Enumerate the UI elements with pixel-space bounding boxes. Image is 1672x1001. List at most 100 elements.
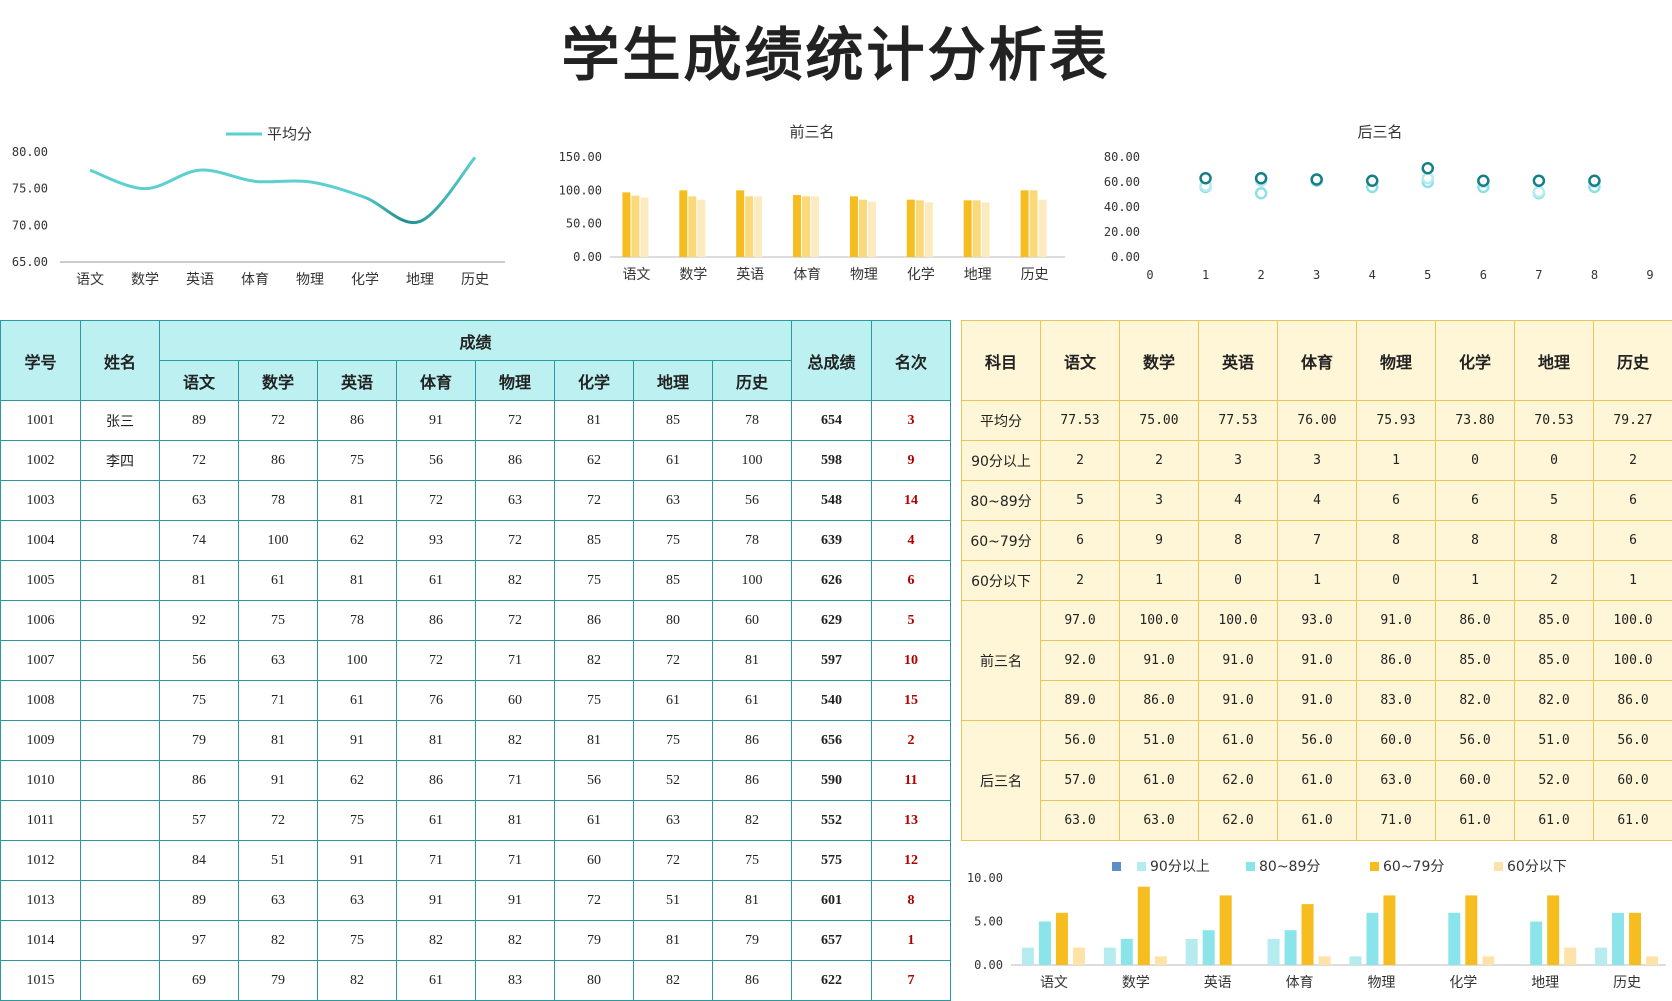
student-name [80, 760, 160, 801]
table-row: 1003 63 78 81 72 63 72 63 56 548 14 [0, 480, 952, 521]
score-cell: 63 [475, 480, 555, 521]
average-cell: 70.53 [1514, 400, 1594, 441]
bar [1020, 190, 1029, 257]
y-tick-label: 100.00 [559, 183, 602, 197]
table-row: 1013 89 63 63 91 91 72 51 81 601 8 [0, 880, 952, 921]
bar [1612, 912, 1625, 965]
scatter-point [1365, 174, 1379, 187]
score-cell: 61 [633, 440, 713, 481]
average-cell: 75.93 [1356, 400, 1436, 441]
bar [1120, 938, 1133, 965]
score-cell: 51 [238, 840, 318, 881]
student-name [80, 840, 160, 881]
band-cell: 0 [1356, 560, 1436, 601]
bottom3-cell: 63.0 [1356, 760, 1436, 801]
bar [1038, 199, 1047, 257]
score-cell: 86 [711, 960, 793, 1001]
score-cell: 91 [396, 880, 476, 921]
bar [1103, 947, 1116, 965]
student-id: 1003 [0, 480, 81, 521]
band-cell: 6 [1356, 480, 1436, 521]
scatter-point [1532, 185, 1546, 199]
score-cell: 61 [633, 680, 713, 721]
total-cell: 657 [791, 920, 873, 961]
header-subject: 体育 [396, 360, 476, 401]
bottom3-cell: 62.0 [1198, 760, 1278, 801]
score-cell: 86 [317, 400, 397, 441]
chart-svg: 0.00 5.00 10.00 语文 数学 英语 体育 物理 化学 地理 历史 90分以上 80~89分… [967, 859, 1666, 991]
score-cell: 85 [633, 400, 713, 441]
legend-label: 90分以上 [1150, 859, 1210, 875]
band-cell: 0 [1198, 560, 1278, 601]
top3-cell: 91.0 [1277, 680, 1357, 721]
score-cell: 91 [238, 760, 318, 801]
y-tick-label: 70.00 [12, 218, 48, 232]
band-cell: 3 [1277, 440, 1357, 481]
y-tick-label: 10.00 [967, 871, 1003, 885]
student-name: 李四 [80, 440, 160, 481]
score-cell: 82 [475, 920, 555, 961]
average-line-chart: 65.00 70.00 75.00 80.00 语文 数学 英语 体育 物理 化学 地理 历史 平均分 [0, 112, 520, 312]
band-cell: 0 [1435, 440, 1515, 481]
band-cell: 7 [1277, 520, 1357, 561]
bar [1055, 912, 1068, 965]
stats-header-7: 历史 [1593, 320, 1672, 401]
score-cell: 81 [317, 480, 397, 521]
x-tick-label: 地理 [964, 267, 992, 283]
score-cell: 72 [159, 440, 239, 481]
student-id: 1014 [0, 920, 81, 961]
bar [1038, 921, 1051, 965]
score-cell: 75 [238, 600, 318, 641]
average-cell: 79.27 [1593, 400, 1672, 441]
bar [1219, 895, 1232, 965]
legend-label: 平均分 [267, 125, 312, 143]
bottom3-cell: 52.0 [1514, 760, 1594, 801]
score-cell: 56 [159, 640, 239, 681]
x-tick-label: 语文 [1040, 975, 1068, 991]
score-cell: 60 [475, 680, 555, 721]
bar [1564, 947, 1577, 965]
bottom3-cell: 61.0 [1593, 800, 1672, 841]
bar [849, 196, 858, 257]
score-cell: 78 [711, 400, 793, 441]
band-label: 60~79分 [961, 520, 1041, 561]
top3-cell: 91.0 [1198, 640, 1278, 681]
band-cell: 3 [1119, 480, 1199, 521]
bar [972, 200, 981, 257]
x-tick-label: 英语 [1204, 974, 1232, 991]
score-cell: 61 [396, 800, 476, 841]
scatter-point [1532, 174, 1546, 187]
rank-cell: 8 [871, 880, 952, 921]
score-cell: 80 [554, 960, 634, 1001]
bar [688, 196, 697, 257]
bottom3-cell: 61.0 [1198, 720, 1278, 761]
top3-cell: 85.0 [1514, 640, 1594, 681]
total-cell: 552 [791, 800, 873, 841]
y-tick-label: 65.00 [12, 255, 48, 269]
top3-cell: 91.0 [1356, 600, 1436, 641]
bar [679, 190, 688, 257]
score-cell: 63 [238, 640, 318, 681]
stats-row: 90分以上 2 2 3 3 1 0 0 2 [961, 440, 1672, 481]
bar [1383, 895, 1396, 965]
x-tick-label: 物理 [1367, 975, 1395, 991]
top3-cell: 91.0 [1119, 640, 1199, 681]
score-cell: 75 [633, 520, 713, 561]
table-row: 1005 81 61 81 61 82 75 85 100 626 6 [0, 560, 952, 601]
rank-cell: 6 [871, 560, 952, 601]
student-id: 1007 [0, 640, 81, 681]
bottom3-cell: 60.0 [1435, 760, 1515, 801]
score-cell: 79 [554, 920, 634, 961]
x-tick-label: 地理 [406, 272, 434, 288]
x-tick-label: 体育 [793, 267, 821, 283]
top3-cell: 82.0 [1435, 680, 1515, 721]
score-cell: 72 [238, 400, 318, 441]
band-cell: 6 [1593, 480, 1672, 521]
bottom3-cell: 62.0 [1198, 800, 1278, 841]
rank-cell: 13 [871, 800, 952, 841]
score-cell: 72 [475, 400, 555, 441]
score-cell: 71 [396, 840, 476, 881]
bottom3-label: 后三名 [961, 720, 1041, 841]
stats-header-6: 地理 [1514, 320, 1594, 401]
student-name: 张三 [80, 400, 160, 441]
